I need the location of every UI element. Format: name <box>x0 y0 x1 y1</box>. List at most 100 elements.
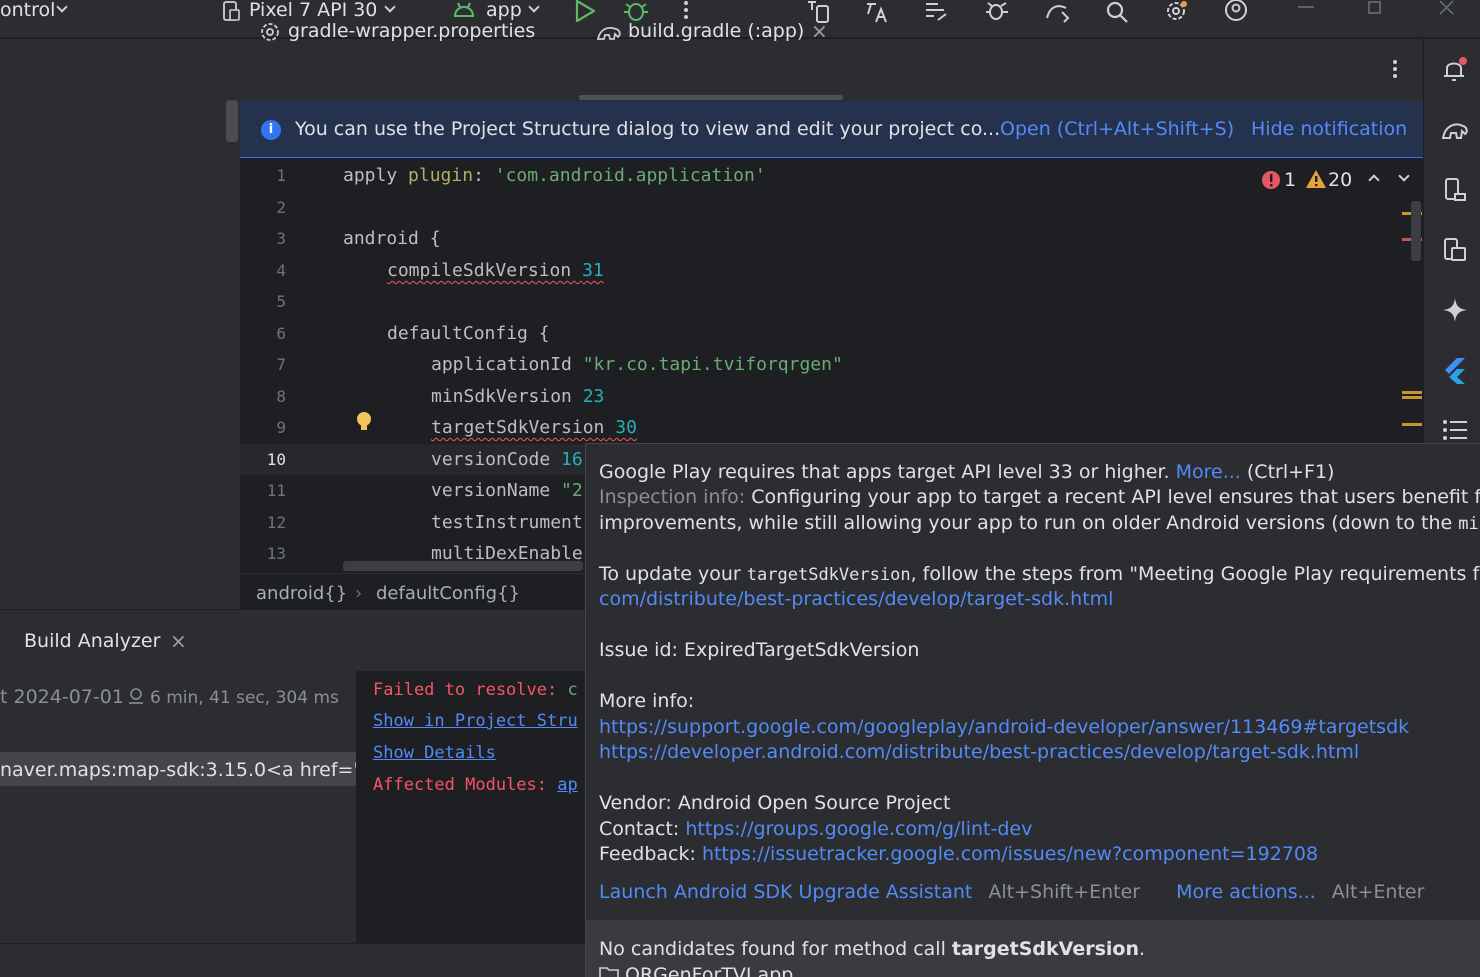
lightbulb-intention-icon[interactable] <box>354 410 374 434</box>
code-line-7[interactable]: applicationId "kr.co.tapi.tviforqrgen" <box>431 354 843 375</box>
error-count[interactable]: 1 <box>1284 169 1296 191</box>
warning-count[interactable]: 20 <box>1328 169 1352 191</box>
settings-gear-icon[interactable] <box>1164 0 1190 24</box>
code-token: versionCode <box>431 449 562 470</box>
minimize-window-icon[interactable] <box>1296 0 1316 14</box>
feedback-label: Feedback: <box>599 843 702 865</box>
popup-code: minSdk <box>1458 514 1480 534</box>
show-details-link[interactable]: Show Details <box>373 743 496 763</box>
structure-list-icon[interactable] <box>1441 416 1469 444</box>
more-link[interactable]: More... <box>1176 461 1241 483</box>
gradle-elephant-icon[interactable] <box>1441 116 1469 144</box>
no-candidates-message: No candidates found for method call targ… <box>599 938 1145 960</box>
account-avatar-icon[interactable] <box>1223 0 1249 24</box>
code-line-8[interactable]: minSdkVersion 23 <box>431 386 604 407</box>
code-line-12[interactable]: testInstrument <box>431 512 583 533</box>
feedback-link[interactable]: https://issuetracker.google.com/issues/n… <box>702 843 1318 865</box>
vcs-label: ontrol <box>0 0 56 21</box>
tab-close-button[interactable]: × <box>811 0 828 62</box>
inspection-info-label: Inspection info: <box>599 486 752 508</box>
line-number: 3 <box>276 229 286 248</box>
build-tree-panel <box>0 671 356 943</box>
open-project-structure-link[interactable]: Open (Ctrl+Alt+Shift+S) <box>1000 118 1234 140</box>
code-token: compileSdkVersion <box>387 260 583 281</box>
code-line-11[interactable]: versionName "2 <box>431 480 583 501</box>
popup-text: , follow the steps from "Meeting Google … <box>910 563 1480 585</box>
popup-shortcut: (Ctrl+F1) <box>1240 461 1335 483</box>
code-line-6[interactable]: defaultConfig { <box>387 323 550 344</box>
build-timestamp[interactable]: t 2024-07-01 <box>0 686 124 708</box>
gemini-sparkle-icon[interactable] <box>1441 296 1469 324</box>
contact-label: Contact: <box>599 818 686 840</box>
gradle-elephant-icon <box>596 26 621 40</box>
line-number: 9 <box>276 418 286 437</box>
run-icon[interactable] <box>572 0 598 22</box>
launch-sdk-upgrade-assistant-button[interactable]: Launch Android SDK Upgrade Assistant <box>599 881 972 903</box>
code-line-3[interactable]: android { <box>343 228 441 249</box>
inspection-info: Inspection info: Configuring your app to… <box>599 486 1480 508</box>
device-explorer-icon[interactable] <box>1441 176 1469 204</box>
project-scrollbar[interactable] <box>226 100 238 142</box>
sync-gradle-icon[interactable] <box>1044 0 1070 24</box>
popup-text: No candidates found for method call <box>599 938 952 960</box>
warning-stripe-marker[interactable] <box>1402 423 1422 426</box>
folder-icon <box>599 967 619 977</box>
tab-build-analyzer[interactable]: Build Analyzer <box>24 630 160 652</box>
translate-icon[interactable] <box>864 0 890 24</box>
module-name: QRGenForTVI.app <box>625 964 794 977</box>
maximize-window-icon[interactable] <box>1366 0 1386 16</box>
show-in-project-structure-link[interactable]: Show in Project Stru <box>373 711 585 731</box>
output-token: Failed to resolve: <box>373 680 568 700</box>
popup-headline: Google Play requires that apps target AP… <box>599 461 1334 483</box>
apply-changes-icon[interactable] <box>924 0 950 24</box>
gear-icon <box>261 22 279 41</box>
output-token: c <box>567 680 578 700</box>
contact-link[interactable]: https://groups.google.com/g/lint-dev <box>685 818 1032 840</box>
popup-text: To update your <box>599 563 747 585</box>
update-instructions: To update your targetSdkVersion, follow … <box>599 563 1480 585</box>
search-icon[interactable] <box>1104 0 1130 24</box>
close-window-icon[interactable] <box>1437 0 1457 16</box>
close-build-analyzer-button[interactable]: × <box>170 629 187 653</box>
error-icon[interactable] <box>1261 170 1281 190</box>
code-token: targetSdkVersion <box>431 417 605 438</box>
warning-stripe-marker[interactable] <box>1402 396 1422 399</box>
attach-debugger-icon[interactable] <box>984 0 1010 24</box>
breadcrumb-item[interactable]: defaultConfig{} <box>376 583 520 604</box>
tab-build-gradle-app[interactable]: build.gradle (:app) <box>596 0 804 62</box>
more-actions-button[interactable]: More actions... <box>1176 881 1316 903</box>
android-developer-link[interactable]: https://developer.android.com/distribute… <box>599 741 1359 763</box>
warning-stripe-marker[interactable] <box>1402 391 1422 394</box>
line-number: 1 <box>276 166 286 185</box>
warning-icon[interactable] <box>1305 169 1327 189</box>
device-icon[interactable] <box>220 0 242 22</box>
code-token: 30 <box>604 417 637 438</box>
affected-module-link[interactable]: ap <box>557 775 577 795</box>
tab-options-more-icon[interactable] <box>1389 59 1401 81</box>
code-token: : <box>473 165 495 186</box>
running-devices-icon[interactable] <box>1441 236 1469 264</box>
popup-actions: Launch Android SDK Upgrade Assistant Alt+… <box>599 881 1424 903</box>
breadcrumb: android{} › defaultConfig{} <box>240 573 585 609</box>
code-line-9[interactable]: targetSdkVersion 30 <box>431 417 637 438</box>
code-line-4[interactable]: compileSdkVersion 31 <box>387 260 604 281</box>
editor-vertical-scrollbar[interactable] <box>1411 201 1421 261</box>
flutter-icon[interactable] <box>1441 356 1469 384</box>
vcs-widget[interactable]: ontrol <box>0 0 55 22</box>
line-number: 8 <box>276 387 286 406</box>
module-row[interactable]: QRGenForTVI.app <box>599 964 793 977</box>
target-sdk-doc-link[interactable]: com/distribute/best-practices/develop/ta… <box>599 588 1113 610</box>
code-line-1[interactable]: apply plugin: 'com.android.application' <box>343 165 766 186</box>
code-token: 'com.android.application' <box>494 165 766 186</box>
popup-text: improvements, while still allowing your … <box>599 512 1459 534</box>
tab-gradle-wrapper-properties[interactable]: gradle-wrapper.properties <box>258 0 535 62</box>
breadcrumb-item[interactable]: android{} <box>256 583 347 604</box>
hide-notification-link[interactable]: Hide notification <box>1251 118 1407 140</box>
output-token: Affected Modules: <box>373 775 558 795</box>
line-number: 11 <box>266 481 286 500</box>
google-play-support-link[interactable]: https://support.google.com/googleplay/an… <box>599 716 1409 738</box>
editor-horizontal-scrollbar[interactable] <box>343 561 583 571</box>
code-line-10[interactable]: versionCode 16 <box>431 449 583 470</box>
notifications-bell-icon[interactable] <box>1441 56 1469 84</box>
code-token: versionName <box>431 480 562 501</box>
